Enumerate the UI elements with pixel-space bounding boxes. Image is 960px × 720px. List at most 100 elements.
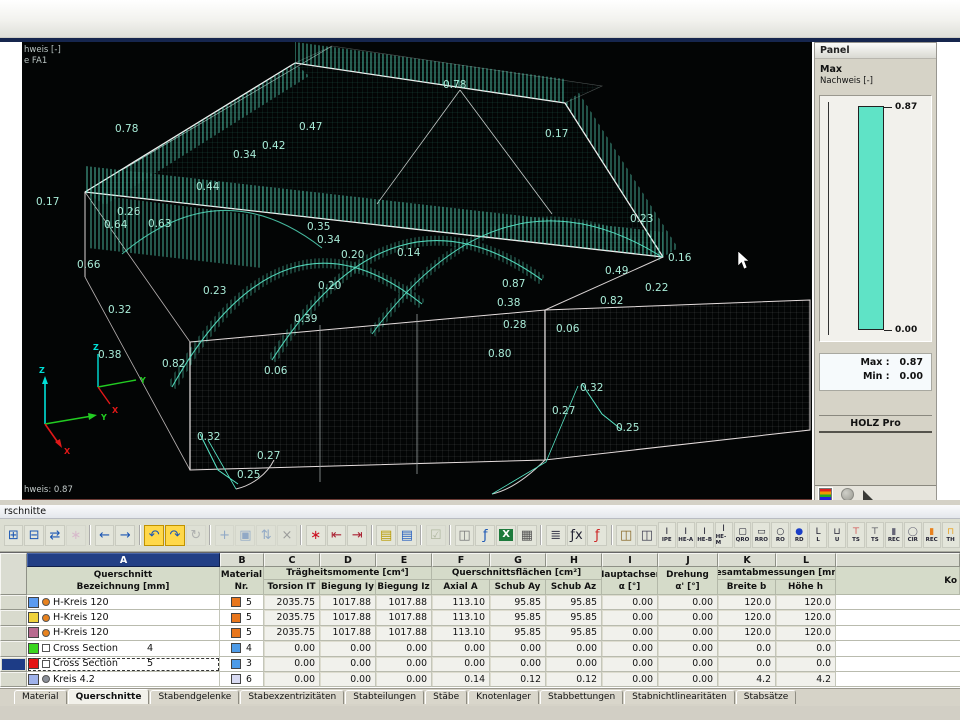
section-name-cell[interactable]: Kreis 4.2	[27, 672, 220, 687]
table-row[interactable]: Cross Section440.000.000.000.000.000.000…	[0, 641, 960, 656]
value-cell[interactable]: 0.00	[320, 657, 376, 672]
holz-pro-button[interactable]: HOLZ Pro	[819, 415, 932, 433]
cut-rows-icon[interactable]: ∗	[306, 525, 326, 546]
color-scale-bar[interactable]	[858, 106, 884, 330]
column-letter-A[interactable]: A	[27, 553, 220, 567]
tab-stäbe[interactable]: Stäbe	[425, 690, 467, 704]
material-cell[interactable]: 5	[220, 595, 264, 610]
value-cell[interactable]: 0.00	[546, 657, 602, 672]
material-cell[interactable]: 4	[220, 641, 264, 656]
section-type-button-he-a[interactable]: IHE-A	[677, 522, 695, 548]
value-cell[interactable]: 0.00	[602, 657, 658, 672]
move-row-left-icon[interactable]: ⇤	[327, 525, 347, 546]
material-cell[interactable]: 3	[220, 657, 264, 672]
section-type-button-he-m[interactable]: IHE-M	[715, 522, 733, 548]
column-letter-m[interactable]	[836, 553, 960, 567]
comment-cell[interactable]	[836, 610, 960, 625]
3d-model-viewport[interactable]: Z Y X Z Y X 0.780.780.340.420.470.170.17…	[22, 42, 812, 500]
value-cell[interactable]: 113.10	[432, 626, 490, 641]
table-row[interactable]: H-Kreis 12052035.751017.881017.88113.109…	[0, 595, 960, 610]
value-cell[interactable]: 0.00	[320, 672, 376, 687]
comment-cell[interactable]	[836, 657, 960, 672]
table-row[interactable]: Kreis 4.260.000.000.000.140.120.120.000.…	[0, 672, 960, 687]
column-letter-C[interactable]: C	[264, 553, 320, 567]
value-cell[interactable]: 0.00	[264, 672, 320, 687]
table-row[interactable]: Cross Section530.000.000.000.000.000.000…	[0, 657, 960, 672]
value-cell[interactable]: 120.0	[718, 610, 776, 625]
column-letter-D[interactable]: D	[320, 553, 376, 567]
move-row-right-icon[interactable]: ⇥	[347, 525, 367, 546]
panel-title[interactable]: Panel	[815, 43, 936, 59]
section-type-button-rd[interactable]: ●RD	[790, 522, 808, 548]
view-table-yellow-icon[interactable]: ▤	[376, 525, 396, 546]
redo-icon[interactable]: ↷	[165, 525, 185, 546]
section-type-button-u[interactable]: ⊔U	[828, 522, 846, 548]
value-cell[interactable]: 0.00	[658, 595, 718, 610]
value-cell[interactable]: 0.00	[602, 595, 658, 610]
view-table-blue-icon[interactable]: ▤	[397, 525, 417, 546]
value-cell[interactable]: 2035.75	[264, 595, 320, 610]
library-icon[interactable]: ◫	[616, 525, 636, 546]
value-cell[interactable]: 113.10	[432, 610, 490, 625]
value-cell[interactable]: 1017.88	[320, 610, 376, 625]
3d-model-canvas[interactable]: Z Y X Z Y X 0.780.780.340.420.470.170.17…	[22, 42, 812, 500]
display-factors-tab-icon[interactable]	[841, 488, 854, 501]
comment-cell[interactable]	[836, 595, 960, 610]
value-cell[interactable]: 95.85	[546, 626, 602, 641]
refresh-icon[interactable]: ↻	[186, 525, 206, 546]
comment-cell[interactable]	[836, 672, 960, 687]
value-cell[interactable]: 2035.75	[264, 626, 320, 641]
value-cell[interactable]: 120.0	[718, 595, 776, 610]
table-row[interactable]: H-Kreis 12052035.751017.881017.88113.109…	[0, 610, 960, 625]
row-header[interactable]	[0, 641, 27, 656]
value-cell[interactable]: 0.00	[432, 641, 490, 656]
row-header[interactable]	[0, 610, 27, 625]
value-cell[interactable]: 0.00	[658, 657, 718, 672]
value-cell[interactable]: 0.14	[432, 672, 490, 687]
color-scale-tab-icon[interactable]	[819, 488, 832, 501]
value-cell[interactable]: 0.00	[432, 657, 490, 672]
row-header[interactable]	[0, 595, 27, 610]
section-type-button-th[interactable]: ⊓TH	[942, 522, 960, 548]
value-cell[interactable]: 0.00	[658, 626, 718, 641]
value-cell[interactable]: 0.00	[602, 641, 658, 656]
section-type-button-rro[interactable]: ▭RRO	[752, 522, 770, 548]
section-name-cell[interactable]: H-Kreis 120	[27, 595, 220, 610]
split-row-icon[interactable]: ⇅	[256, 525, 276, 546]
material-cell[interactable]: 6	[220, 672, 264, 687]
filter-tab-icon[interactable]	[863, 490, 874, 501]
copy-row-icon[interactable]: ▣	[235, 525, 255, 546]
value-cell[interactable]: 95.85	[546, 595, 602, 610]
section-type-button-rec[interactable]: ▮REC	[885, 522, 903, 548]
tab-stabteilungen[interactable]: Stabteilungen	[345, 690, 424, 704]
value-cell[interactable]: 4.2	[776, 672, 836, 687]
tab-stabnichtlinearitäten[interactable]: Stabnichtlinearitäten	[624, 690, 735, 704]
tab-querschnitte[interactable]: Querschnitte	[68, 689, 150, 704]
section-type-button-ts[interactable]: ⊤TS	[847, 522, 865, 548]
value-cell[interactable]: 0.0	[718, 641, 776, 656]
previous-table-icon[interactable]: ←	[95, 525, 115, 546]
export-table-icon[interactable]: ⇄	[45, 525, 65, 546]
value-cell[interactable]: 0.00	[602, 610, 658, 625]
value-cell[interactable]: 0.0	[776, 641, 836, 656]
material-cell[interactable]: 5	[220, 610, 264, 625]
column-letter-H[interactable]: H	[546, 553, 602, 567]
value-cell[interactable]: 95.85	[490, 595, 546, 610]
section-type-button-qro[interactable]: ▢QRO	[734, 522, 752, 548]
section-type-button-rec[interactable]: ▮REC	[923, 522, 941, 548]
picture-icon[interactable]: ◫	[455, 525, 475, 546]
value-cell[interactable]: 120.0	[776, 610, 836, 625]
value-cell[interactable]: 0.0	[776, 657, 836, 672]
model-to-table-icon[interactable]: ⊟	[24, 525, 44, 546]
table-to-model-icon[interactable]: ⊞	[4, 525, 24, 546]
table-row[interactable]: H-Kreis 12052035.751017.881017.88113.109…	[0, 626, 960, 641]
section-type-button-cir[interactable]: ◯CIR	[904, 522, 922, 548]
column-letter-K[interactable]: K	[718, 553, 776, 567]
value-cell[interactable]: 0.00	[264, 657, 320, 672]
section-type-button-ts[interactable]: ⊤TS	[866, 522, 884, 548]
section-type-button-he-b[interactable]: IHE-B	[696, 522, 714, 548]
value-cell[interactable]: 0.0	[718, 657, 776, 672]
section-library-icon[interactable]: ◫	[637, 525, 657, 546]
calculator-icon[interactable]: ▦	[517, 525, 537, 546]
section-name-cell[interactable]: Cross Section5	[27, 657, 220, 672]
